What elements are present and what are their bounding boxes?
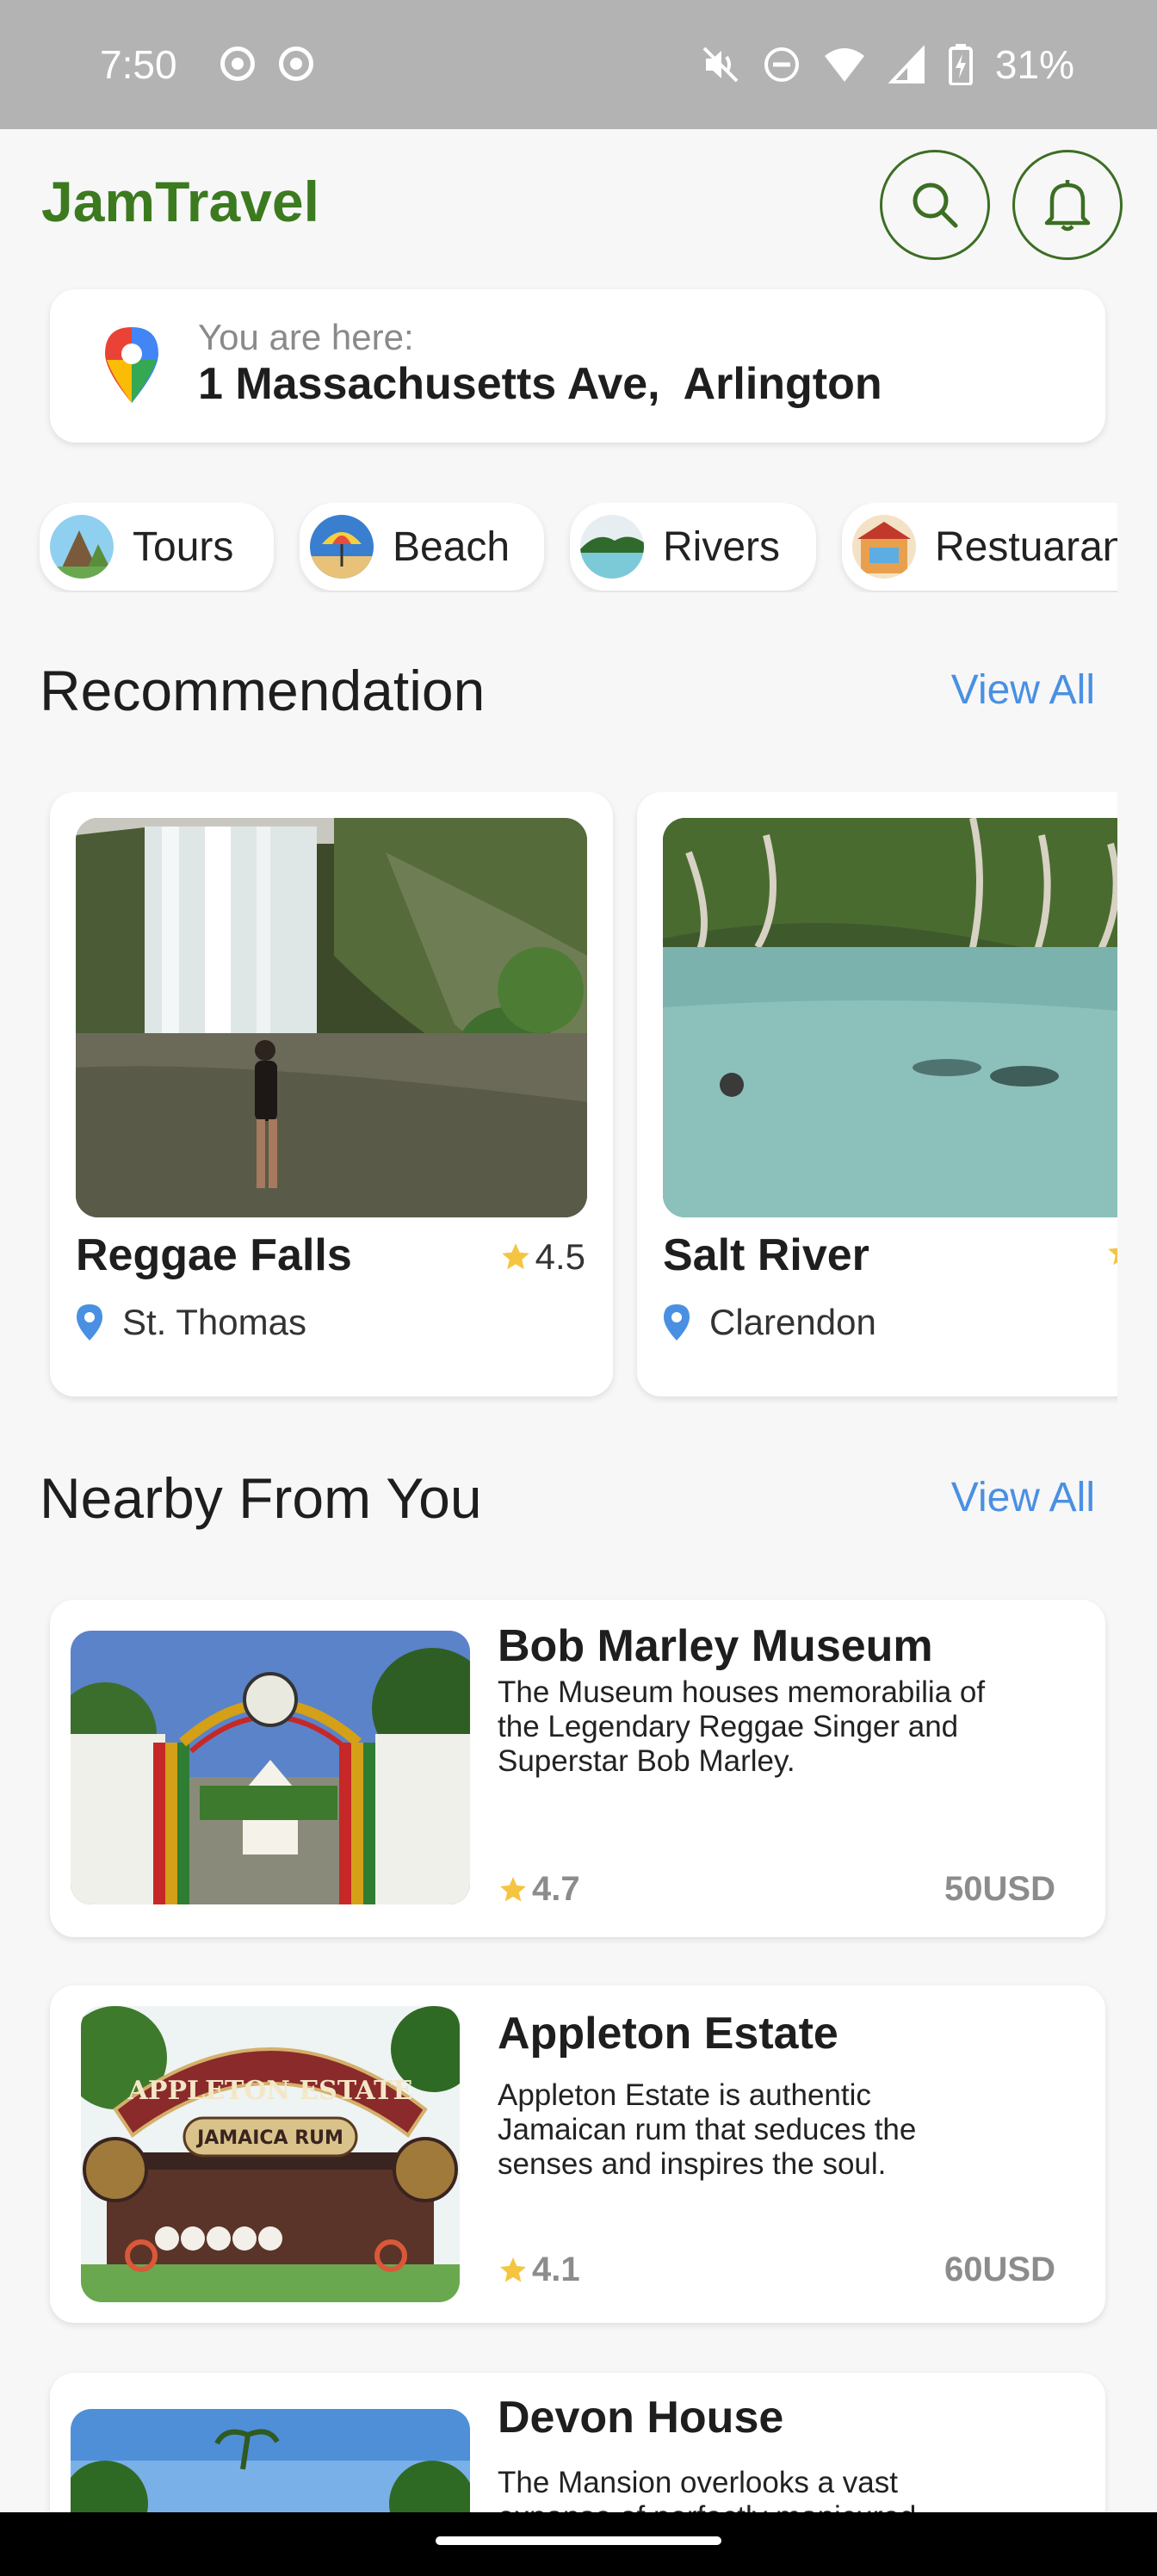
star-icon [500, 2257, 526, 2282]
tours-icon [50, 515, 114, 579]
dnd-icon [764, 47, 799, 82]
rivers-icon [580, 515, 644, 579]
nearby-rating: 4.1 [498, 2251, 580, 2289]
rating-value: 4.1 [532, 2251, 580, 2288]
location-pin-icon [664, 1304, 690, 1341]
reggae-falls-photo [76, 818, 587, 1217]
battery-icon [948, 44, 973, 85]
star-icon [501, 1243, 529, 1270]
nearby-name: Appleton Estate [498, 2009, 838, 2059]
status-time: 7:50 [100, 42, 177, 87]
salt-river-photo [663, 818, 1117, 1217]
category-list[interactable]: Tours Beach Rivers Restuaran [0, 503, 1117, 592]
record-icon [220, 46, 255, 81]
location-text: Clarendon [709, 1302, 876, 1342]
beach-icon [310, 515, 374, 579]
nearby-price: 60USD [944, 2251, 1055, 2288]
category-beach[interactable]: Beach [300, 503, 544, 591]
system-nav-bar [0, 2512, 1157, 2576]
appleton-estate-photo: APPLETON ESTATE JAMAICA RUM [81, 2006, 460, 2302]
app-title: JamTravel [41, 170, 319, 233]
recommendation-location: Clarendon [663, 1302, 876, 1343]
recommendation-card[interactable]: Salt River Clarendon [637, 792, 1117, 1396]
nearby-view-all-link[interactable]: View All [951, 1474, 1095, 1521]
recommendation-view-all-link[interactable]: View All [951, 666, 1095, 714]
status-bar: 7:50 31% [0, 0, 1157, 129]
category-label: Beach [393, 523, 510, 570]
restaurant-icon [852, 515, 916, 579]
location-pin-icon [77, 1304, 102, 1341]
recommendation-location: St. Thomas [76, 1302, 306, 1343]
bell-icon [1044, 180, 1091, 232]
nearby-title: Nearby From You [40, 1466, 482, 1530]
nearby-card[interactable]: APPLETON ESTATE JAMAICA RUM Appleton Est… [50, 1985, 1105, 2323]
nearby-name: Devon House [498, 2393, 784, 2443]
nearby-description: Appleton Estate is authentic Jamaican ru… [498, 2078, 917, 2181]
category-label: Rivers [663, 523, 781, 570]
nearby-price: 50USD [944, 1870, 1055, 1908]
category-restaurants[interactable]: Restuarants [842, 503, 1117, 591]
battery-percent: 31% [994, 42, 1074, 87]
wifi-icon [824, 48, 864, 82]
nearby-description: The Museum houses memorabilia of the Leg… [498, 1675, 986, 1778]
map-pin-icon [105, 327, 158, 403]
appleton-sub-text: JAMAICA RUM [195, 2127, 343, 2149]
rating-value: 4.5 [535, 1236, 585, 1277]
search-button[interactable] [880, 150, 990, 260]
status-notification-icons [220, 46, 313, 81]
home-indicator[interactable] [436, 2536, 721, 2545]
location-text: St. Thomas [122, 1302, 306, 1342]
nearby-rating: 4.7 [498, 1870, 580, 1909]
recommendation-name: Salt River [663, 1230, 869, 1280]
assistant-icon [279, 46, 313, 81]
bob-marley-museum-photo [71, 1631, 470, 1904]
category-rivers[interactable]: Rivers [570, 503, 816, 591]
category-tours[interactable]: Tours [40, 503, 274, 591]
star-icon [500, 1876, 526, 1901]
appleton-sign-text: APPLETON ESTATE [127, 2076, 413, 2106]
recommendation-card[interactable]: Reggae Falls 4.5 St. Thomas [50, 792, 613, 1396]
location-address: 1 Massachusetts Ave, Arlington [198, 359, 882, 409]
rating-value: 4.7 [532, 1870, 580, 1908]
status-right: 31% [701, 41, 1074, 88]
recommendation-name: Reggae Falls [76, 1230, 352, 1280]
star-icon [1108, 1248, 1117, 1266]
recommendation-title: Recommendation [40, 659, 486, 722]
recommendation-rating [1105, 1236, 1117, 1269]
location-card[interactable]: You are here: 1 Massachusetts Ave, Arlin… [50, 289, 1105, 443]
location-label: You are here: [198, 317, 414, 357]
recommendation-carousel[interactable]: Reggae Falls 4.5 St. Thomas Salt River C… [0, 792, 1117, 1403]
recommendation-rating: 4.5 [499, 1236, 585, 1278]
search-icon [913, 183, 958, 228]
category-label: Restuarants [935, 523, 1117, 570]
mute-icon [702, 46, 739, 83]
signal-icon [888, 46, 925, 84]
nearby-card[interactable]: Bob Marley Museum The Museum houses memo… [50, 1600, 1105, 1937]
nearby-name: Bob Marley Museum [498, 1621, 933, 1671]
category-label: Tours [133, 523, 234, 570]
notifications-button[interactable] [1012, 150, 1123, 260]
